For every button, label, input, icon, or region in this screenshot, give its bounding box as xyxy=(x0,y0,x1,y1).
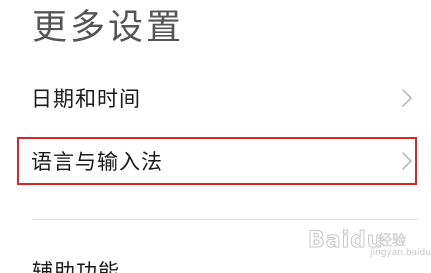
settings-page: 更多设置 日期和时间 语言与输入法 辅助功能 Baidu 经验 jingyan.… xyxy=(0,0,431,273)
settings-row-date-time[interactable]: 日期和时间 xyxy=(17,74,417,122)
watermark-url: jingyan.baidu.com xyxy=(370,248,431,258)
section-divider xyxy=(32,219,418,220)
chevron-right-icon xyxy=(402,89,412,107)
chevron-right-icon xyxy=(402,152,412,170)
settings-row-accessibility-label[interactable]: 辅助功能 xyxy=(32,258,120,273)
settings-row-label: 语言与输入法 xyxy=(31,150,163,174)
page-title: 更多设置 xyxy=(32,8,185,48)
baidu-jingyan-watermark: Baidu 经验 jingyan.baidu.com xyxy=(308,224,431,264)
settings-row-language-input[interactable]: 语言与输入法 xyxy=(17,137,417,185)
settings-row-label: 日期和时间 xyxy=(31,87,141,111)
watermark-sub: 经验 xyxy=(378,233,407,250)
